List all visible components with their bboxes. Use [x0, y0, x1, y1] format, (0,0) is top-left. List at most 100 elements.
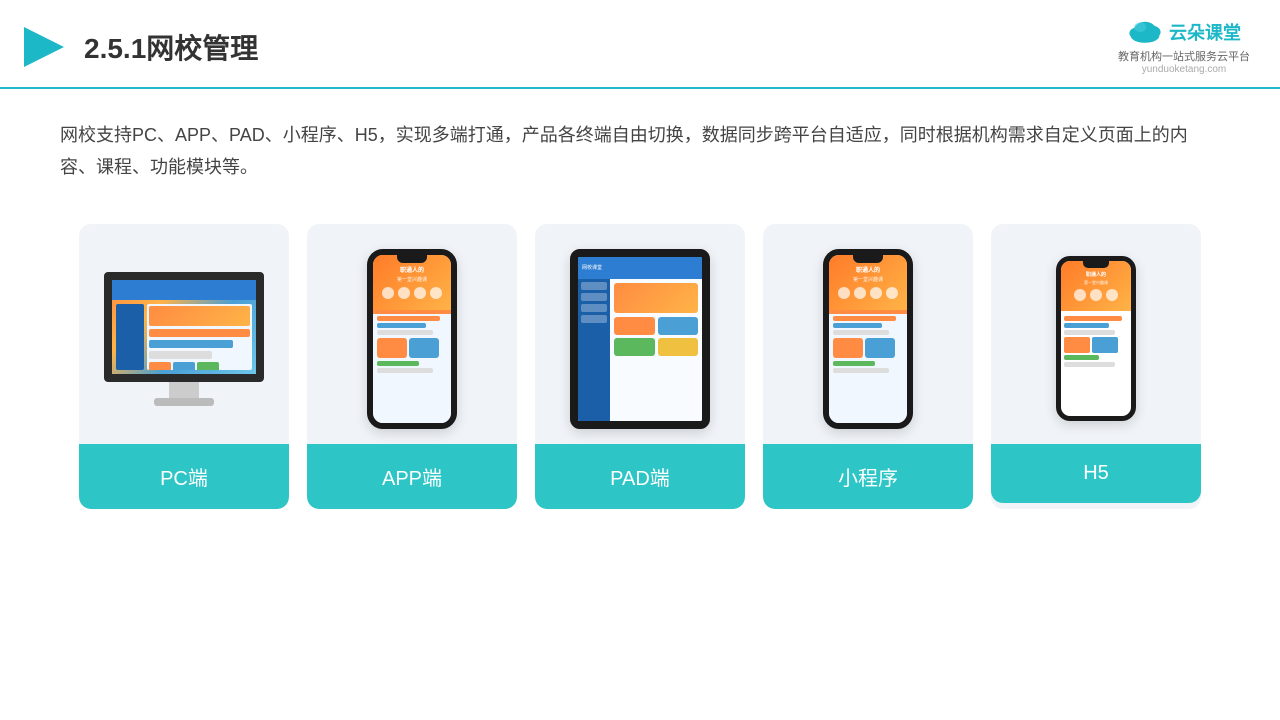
card-app: 职通人的 第一堂兴趣课	[307, 224, 517, 509]
p-row-1	[377, 316, 440, 321]
header-left: 2.5.1网校管理	[20, 23, 258, 71]
phone-body	[373, 310, 451, 379]
p-row-4	[377, 361, 419, 366]
monitor-stand	[169, 382, 199, 398]
h5-icon-3	[1106, 289, 1118, 301]
phone-outer-app: 职通人的 第一堂兴趣课	[367, 249, 457, 429]
h5-icon-2	[1090, 289, 1102, 301]
t-s-item-4	[581, 315, 607, 323]
header: 2.5.1网校管理 云朵课堂 教育机构一站式服务云平台 yunduoketang…	[0, 0, 1280, 89]
phone-icon-3	[414, 287, 426, 299]
t-s-item-3	[581, 304, 607, 312]
phone-notch-h5	[1083, 261, 1109, 268]
h5-top: 职通人的 第一堂兴趣课	[1061, 261, 1131, 311]
card-pad-label: PAD端	[535, 444, 745, 509]
tablet-topbar: 网校课堂	[578, 257, 702, 279]
monitor-row-1	[149, 329, 250, 337]
tablet-cell-2	[658, 317, 699, 335]
phone-wrapper-app: 职通人的 第一堂兴趣课	[367, 249, 457, 429]
card-pc-label: PC端	[79, 444, 289, 509]
h5-row-5	[1064, 362, 1115, 367]
card-h5-image: 职通人的 第一堂兴趣课	[991, 224, 1201, 444]
tablet-body	[578, 279, 702, 421]
h5-row-3	[1064, 330, 1115, 335]
monitor-main	[147, 304, 252, 370]
description: 网校支持PC、APP、PAD、小程序、H5，实现多端打通，产品各终端自由切换，数…	[0, 89, 1280, 204]
h5-body	[1061, 311, 1131, 372]
card-miniprogram-image: 职通人的 第一堂兴趣课	[763, 224, 973, 444]
phone-screen-app: 职通人的 第一堂兴趣课	[373, 255, 451, 423]
monitor-bar	[112, 280, 256, 300]
logo-cloud: 云朵课堂	[1127, 18, 1241, 46]
h5-row-1	[1064, 316, 1122, 321]
tablet-banner	[614, 283, 698, 313]
card-h5: 职通人的 第一堂兴趣课	[991, 224, 1201, 509]
monitor-wrapper	[104, 272, 264, 406]
phone-title: 职通人的	[378, 265, 446, 274]
phone-subtitle: 第一堂兴趣课	[378, 276, 446, 283]
mini-icon-1	[838, 287, 850, 299]
tablet-outer: 网校课堂	[570, 249, 710, 429]
phone-outer-h5: 职通人的 第一堂兴趣课	[1056, 256, 1136, 421]
card-pc: PC端	[79, 224, 289, 509]
tablet-topbar-text: 网校课堂	[582, 264, 602, 271]
card-pc-image	[79, 224, 289, 444]
monitor-base	[154, 398, 214, 406]
card-pad: 网校课堂	[535, 224, 745, 509]
phone-screen-h5: 职通人的 第一堂兴趣课	[1061, 261, 1131, 416]
mini-row-3	[833, 330, 889, 335]
mini-title: 职通人的	[834, 265, 902, 274]
play-icon	[20, 23, 68, 71]
phone-icon-2	[398, 287, 410, 299]
phone-icons	[378, 287, 446, 299]
mini-icon-4	[886, 287, 898, 299]
tablet-cell-3	[614, 338, 655, 356]
h5-row-4	[1064, 355, 1099, 360]
phone-icon-1	[382, 287, 394, 299]
monitor-screen	[104, 272, 264, 382]
p-row-3	[377, 330, 433, 335]
tablet-screen: 网校课堂	[578, 257, 702, 421]
mini-top: 职通人的 第一堂兴趣课	[829, 255, 907, 310]
tablet-sidebar	[578, 279, 610, 421]
mini-row-1	[833, 316, 896, 321]
h5-subtitle: 第一堂兴趣课	[1065, 280, 1127, 286]
monitor-row-2	[149, 340, 233, 348]
phone-wrapper-mini: 职通人的 第一堂兴趣课	[823, 249, 913, 429]
monitor-row-3	[149, 351, 212, 359]
phone-screen-mini: 职通人的 第一堂兴趣课	[829, 255, 907, 423]
tablet-wrapper: 网校课堂	[570, 249, 710, 429]
mini-icons	[834, 287, 902, 299]
card-h5-label: H5	[991, 444, 1201, 503]
logo-tagline: 教育机构一站式服务云平台	[1118, 48, 1250, 64]
card-miniprogram-label: 小程序	[763, 444, 973, 509]
t-s-item-1	[581, 282, 607, 290]
mini-icon-2	[854, 287, 866, 299]
mini-icon-3	[870, 287, 882, 299]
card-app-image: 职通人的 第一堂兴趣课	[307, 224, 517, 444]
card-pad-image: 网校课堂	[535, 224, 745, 444]
t-s-item-2	[581, 293, 607, 301]
phone-notch-app	[397, 255, 427, 263]
logo-name: 云朵课堂	[1169, 19, 1241, 45]
phone-screen-top: 职通人的 第一堂兴趣课	[373, 255, 451, 310]
phone-icon-4	[430, 287, 442, 299]
cloud-icon	[1127, 18, 1163, 46]
card-miniprogram: 职通人的 第一堂兴趣课	[763, 224, 973, 509]
h5-row-2	[1064, 323, 1109, 328]
tablet-cell-4	[658, 338, 699, 356]
mini-row-5	[833, 368, 889, 373]
phone-outer-mini: 职通人的 第一堂兴趣课	[823, 249, 913, 429]
description-text: 网校支持PC、APP、PAD、小程序、H5，实现多端打通，产品各终端自由切换，数…	[60, 125, 1188, 177]
h5-icons	[1065, 289, 1127, 301]
logo-domain: yunduoketang.com	[1142, 64, 1227, 75]
logo-area: 云朵课堂 教育机构一站式服务云平台 yunduoketang.com	[1118, 18, 1250, 75]
h5-title: 职通人的	[1065, 271, 1127, 278]
tablet-grid	[614, 317, 698, 356]
monitor-sidebar	[116, 304, 144, 370]
mini-row-2	[833, 323, 882, 328]
page-title: 2.5.1网校管理	[84, 27, 258, 67]
card-app-label: APP端	[307, 444, 517, 509]
mini-row-4	[833, 361, 875, 366]
p-row-5	[377, 368, 433, 373]
